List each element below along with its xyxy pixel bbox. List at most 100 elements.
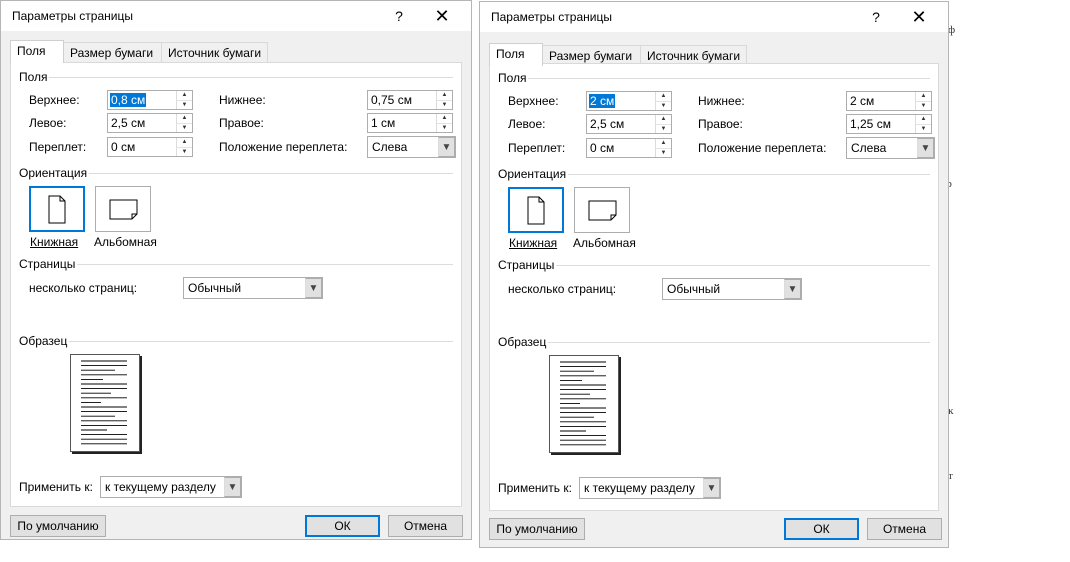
tab-margins[interactable]: Поля xyxy=(489,43,543,66)
spin-down-icon[interactable]: ▼ xyxy=(916,124,931,134)
tab-paper-size[interactable]: Размер бумаги xyxy=(63,42,162,62)
gutter-position-select[interactable]: Слева ▼ xyxy=(367,136,456,158)
tab-paper-source[interactable]: Источник бумаги xyxy=(640,45,747,65)
spin-up-icon[interactable]: ▲ xyxy=(656,92,671,101)
spin-down-icon[interactable]: ▼ xyxy=(437,123,452,133)
right-margin-spinner[interactable]: 1,25 см ▲ ▼ xyxy=(846,114,932,134)
spinner-arrows[interactable]: ▲ ▼ xyxy=(915,115,931,133)
portrait-option[interactable] xyxy=(508,187,564,233)
spin-up-icon[interactable]: ▲ xyxy=(177,91,192,100)
tab-paper-size[interactable]: Размер бумаги xyxy=(542,45,641,65)
apply-to-label-text: Применить к: xyxy=(498,481,572,495)
page-preview xyxy=(549,355,619,453)
right-margin-value[interactable]: 1,25 см xyxy=(849,117,892,131)
ok-button[interactable]: ОК xyxy=(305,515,380,537)
cancel-button[interactable]: Отмена xyxy=(867,518,942,540)
spin-down-icon[interactable]: ▼ xyxy=(656,124,671,134)
cancel-button[interactable]: Отмена xyxy=(388,515,463,537)
group-label-pages: Страницы xyxy=(498,258,555,272)
spin-up-icon[interactable]: ▲ xyxy=(177,138,192,147)
apply-to-select[interactable]: к текущему разделу ▼ xyxy=(579,477,721,499)
default-button[interactable]: По умолчанию xyxy=(10,515,106,537)
gutter-value[interactable]: 0 см xyxy=(589,141,615,155)
bottom-margin-spinner[interactable]: 2 см ▲ ▼ xyxy=(846,91,932,111)
spin-down-icon[interactable]: ▼ xyxy=(177,123,192,133)
multiple-pages-label: несколько страниц: xyxy=(29,281,138,295)
spinner-arrows[interactable]: ▲ ▼ xyxy=(655,139,671,157)
spin-up-icon[interactable]: ▲ xyxy=(916,92,931,101)
chevron-down-icon[interactable]: ▼ xyxy=(305,278,322,298)
spinner-arrows[interactable]: ▲ ▼ xyxy=(436,91,452,109)
spin-up-icon[interactable]: ▲ xyxy=(916,115,931,124)
spinner-arrows[interactable]: ▲ ▼ xyxy=(655,115,671,133)
multiple-pages-label: несколько страниц: xyxy=(508,282,617,296)
spin-up-icon[interactable]: ▲ xyxy=(437,114,452,123)
chevron-down-icon[interactable]: ▼ xyxy=(224,477,241,497)
spin-down-icon[interactable]: ▼ xyxy=(177,100,192,110)
gutter-position-label: Положение переплета: xyxy=(219,140,348,154)
top-margin-value[interactable]: 0,8 см xyxy=(110,93,147,107)
tab-margins[interactable]: Поля xyxy=(10,40,64,63)
spinner-arrows[interactable]: ▲ ▼ xyxy=(915,92,931,110)
bottom-margin-spinner[interactable]: 0,75 см ▲ ▼ xyxy=(367,90,453,110)
tab-paper-source[interactable]: Источник бумаги xyxy=(161,42,268,62)
chevron-down-icon[interactable]: ▼ xyxy=(917,138,934,158)
gutter-spinner[interactable]: 0 см ▲ ▼ xyxy=(586,138,672,158)
spinner-arrows[interactable]: ▲ ▼ xyxy=(176,114,192,132)
portrait-icon xyxy=(48,195,66,224)
bottom-margin-value[interactable]: 0,75 см xyxy=(370,93,413,107)
multiple-pages-select[interactable]: Обычный ▼ xyxy=(183,277,323,299)
chevron-down-icon[interactable]: ▼ xyxy=(703,478,720,498)
default-button[interactable]: По умолчанию xyxy=(489,518,585,540)
right-margin-spinner[interactable]: 1 см ▲ ▼ xyxy=(367,113,453,133)
spin-down-icon[interactable]: ▼ xyxy=(437,100,452,110)
spin-up-icon[interactable]: ▲ xyxy=(656,115,671,124)
top-margin-value[interactable]: 2 см xyxy=(589,94,616,108)
help-button[interactable]: ? xyxy=(384,4,414,28)
portrait-option[interactable] xyxy=(29,186,85,232)
chevron-down-icon[interactable]: ▼ xyxy=(784,279,801,299)
gutter-position-select[interactable]: Слева ▼ xyxy=(846,137,935,159)
spinner-arrows[interactable]: ▲ ▼ xyxy=(176,138,192,156)
apply-to-select[interactable]: к текущему разделу ▼ xyxy=(100,476,242,498)
gutter-value[interactable]: 0 см xyxy=(110,140,136,154)
spin-down-icon[interactable]: ▼ xyxy=(916,101,931,111)
top-margin-spinner[interactable]: 0,8 см ▲ ▼ xyxy=(107,90,193,110)
landscape-option[interactable] xyxy=(574,187,630,233)
preview-lines xyxy=(81,360,127,445)
left-margin-value[interactable]: 2,5 см xyxy=(589,117,625,131)
spinner-arrows[interactable]: ▲ ▼ xyxy=(436,114,452,132)
top-margin-spinner[interactable]: 2 см ▲ ▼ xyxy=(586,91,672,111)
close-button[interactable]: ✕ xyxy=(427,4,457,28)
group-label-orientation: Ориентация xyxy=(19,166,88,180)
spin-up-icon[interactable]: ▲ xyxy=(656,139,671,148)
close-button[interactable]: ✕ xyxy=(904,5,934,29)
ok-button[interactable]: ОК xyxy=(784,518,859,540)
multiple-pages-value: Обычный xyxy=(188,281,242,295)
dialog-body: Поля Размер бумаги Источник бумаги Поля … xyxy=(480,32,948,547)
chevron-down-icon[interactable]: ▼ xyxy=(438,137,455,157)
right-margin-value[interactable]: 1 см xyxy=(370,116,396,130)
landscape-icon xyxy=(588,200,617,221)
left-margin-spinner[interactable]: 2,5 см ▲ ▼ xyxy=(107,113,193,133)
right-margin-label: Правое: xyxy=(698,117,743,131)
spin-down-icon[interactable]: ▼ xyxy=(656,101,671,111)
left-margin-spinner[interactable]: 2,5 см ▲ ▼ xyxy=(586,114,672,134)
help-button[interactable]: ? xyxy=(861,5,891,29)
bottom-margin-value[interactable]: 2 см xyxy=(849,94,875,108)
left-margin-value[interactable]: 2,5 см xyxy=(110,116,146,130)
spinner-arrows[interactable]: ▲ ▼ xyxy=(655,92,671,110)
multiple-pages-value: Обычный xyxy=(667,282,721,296)
multiple-pages-select[interactable]: Обычный ▼ xyxy=(662,278,802,300)
gutter-position-value: Слева xyxy=(372,140,408,154)
page-setup-dialog: Параметры страницы ? ✕ Поля Размер бумаг… xyxy=(0,0,472,540)
gutter-spinner[interactable]: 0 см ▲ ▼ xyxy=(107,137,193,157)
dialog-title: Параметры страницы xyxy=(12,9,133,23)
landscape-option[interactable] xyxy=(95,186,151,232)
spinner-arrows[interactable]: ▲ ▼ xyxy=(176,91,192,109)
spin-up-icon[interactable]: ▲ xyxy=(437,91,452,100)
spin-up-icon[interactable]: ▲ xyxy=(177,114,192,123)
gutter-position-label: Положение переплета: xyxy=(698,141,827,155)
spin-down-icon[interactable]: ▼ xyxy=(656,148,671,158)
spin-down-icon[interactable]: ▼ xyxy=(177,147,192,157)
